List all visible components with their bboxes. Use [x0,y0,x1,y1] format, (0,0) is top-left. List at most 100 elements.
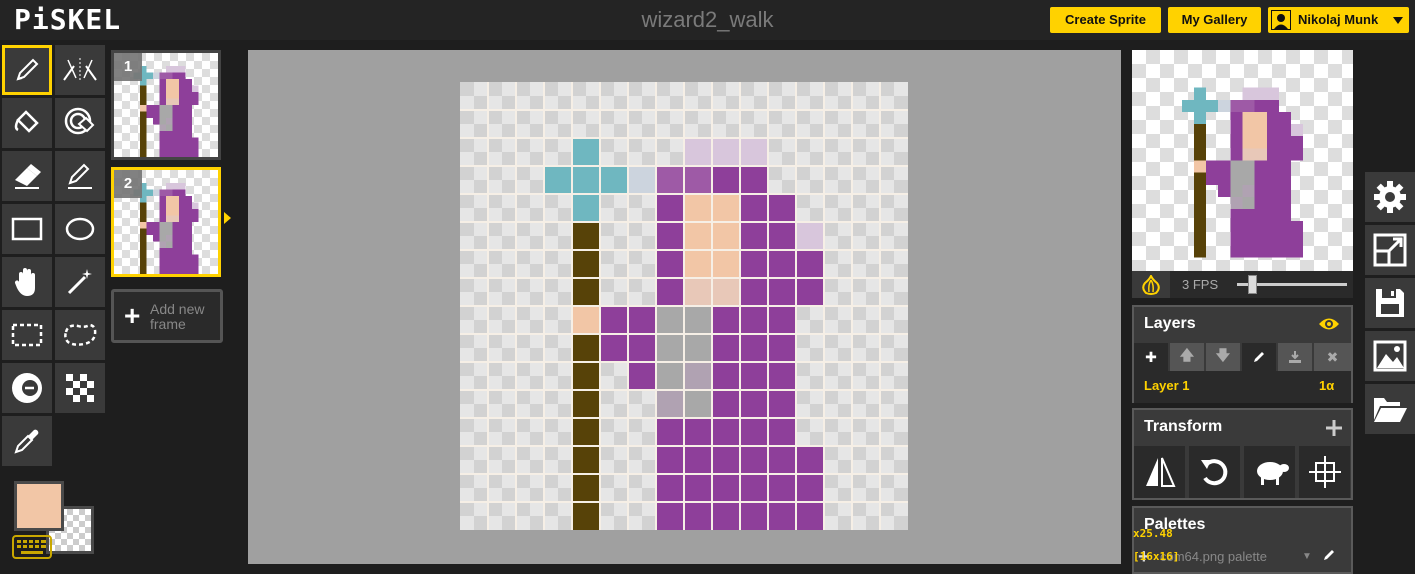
sprite-pixel [185,196,192,203]
bucket-icon [14,110,39,133]
sprite-pixel [1230,124,1243,137]
sprite-pixel [1206,160,1219,173]
sprite-pixel [712,502,740,530]
add-layer-button[interactable]: ✚ [1134,343,1168,371]
sprite-pixel [159,189,166,196]
my-gallery-button[interactable]: My Gallery [1168,7,1261,33]
move-layer-down-button[interactable]: 🡇 [1206,343,1240,371]
flip-horizontal-button[interactable] [1134,446,1185,498]
sprite-pixel [172,209,179,216]
sprite-pixel [159,98,166,105]
paint-all-tool-button[interactable] [55,98,105,148]
delete-layer-button[interactable]: ✖ [1314,343,1351,371]
sprite-pixel [185,261,192,268]
sprite-pixel [572,390,600,418]
sprite-pixel [172,254,179,261]
sprite-pixel [159,85,166,92]
sprite-pixel [166,131,173,138]
sprite-pixel [192,267,199,274]
user-menu-button[interactable]: Nikolaj Munk [1268,7,1409,33]
frame-tile-1[interactable]: 1 [111,50,221,160]
lighten-tool-button[interactable] [2,363,52,413]
pencil-icon [1254,352,1264,362]
sprite-pixel [140,215,147,222]
sprite-pixel [684,362,712,390]
import-button[interactable] [1365,384,1415,434]
export-button[interactable] [1365,331,1415,381]
rename-layer-button[interactable] [1242,343,1276,371]
rotate-button[interactable] [1189,446,1240,498]
sprite-pixel [140,85,147,92]
sprite-pixel [572,446,600,474]
paint-bucket-tool-button[interactable] [2,98,52,148]
settings-button[interactable] [1365,172,1415,222]
eye-icon[interactable] [1318,317,1340,331]
sprite-pixel [712,194,740,222]
sprite-pixel [1242,87,1255,100]
chevron-down-icon [1393,17,1403,24]
chevron-down-icon[interactable]: ▼ [1302,544,1312,570]
sprite-pixel [1266,184,1279,197]
sprite-pixel [1254,124,1267,137]
move-tool-button[interactable] [2,257,52,307]
sprite-pixel [172,85,179,92]
move-layer-up-button[interactable]: 🡅 [1170,343,1204,371]
frame-tile-2[interactable]: 2 [111,167,221,277]
sprite-pixel [159,196,166,203]
sprite-pixel [179,189,186,196]
sprite-pixel [159,235,166,242]
plus-icon[interactable] [1325,419,1343,437]
magic-wand-tool-button[interactable] [55,257,105,307]
resize-button[interactable] [1365,225,1415,275]
sprite-pixel [179,111,186,118]
sprite-pixel [684,334,712,362]
sprite-pixel [192,261,199,268]
color-picker-tool-button[interactable] [2,416,52,466]
sprite-pixel [572,278,600,306]
onion-skin-toggle[interactable] [1132,271,1170,298]
sprite-pixel [684,278,712,306]
merge-layer-button[interactable] [1278,343,1312,371]
sprite-pixel [140,144,147,151]
primary-color-swatch[interactable] [14,481,64,531]
sprite-pixel [172,144,179,151]
sprite-pixel [1193,184,1207,197]
sprite-pixel [796,222,824,250]
center-button[interactable] [1299,446,1350,498]
palette-select[interactable]: com64.png palette [1160,544,1310,570]
lasso-selection-tool-button[interactable] [55,310,105,360]
sprite-pixel [179,118,186,125]
clone-button[interactable] [1244,446,1295,498]
stroke-tool-button[interactable] [55,151,105,201]
add-new-frame-button[interactable]: + Add new frame [111,289,223,343]
sprite-canvas[interactable] [460,82,908,530]
sprite-pixel [166,261,173,268]
keyboard-shortcuts-icon[interactable] [12,535,52,559]
rectangle-tool-button[interactable] [2,204,52,254]
sprite-pixel [600,306,628,334]
sprite-pixel [740,390,768,418]
dithering-tool-button[interactable] [55,363,105,413]
sprite-pixel [146,111,153,118]
sprite-pixel [185,215,192,222]
sprite-pixel [146,105,153,112]
rectangle-selection-tool-button[interactable] [2,310,52,360]
fps-slider-handle[interactable] [1248,275,1257,294]
layer-item[interactable]: Layer 1 1α [1134,371,1351,403]
pen-tool-button[interactable] [2,45,52,95]
sprite-pixel [768,418,796,446]
create-sprite-button[interactable]: Create Sprite [1050,7,1161,33]
layer-opacity[interactable]: 1α [1319,371,1334,401]
circle-tool-button[interactable] [55,204,105,254]
selected-frame-indicator [224,212,231,224]
sprite-pixel [166,79,173,86]
sprite-pixel [185,254,192,261]
sprite-pixel [1291,148,1304,161]
mirror-pen-tool-button[interactable] [55,45,105,95]
sprite-pixel [656,474,684,502]
eraser-tool-button[interactable] [2,151,52,201]
save-button[interactable] [1365,278,1415,328]
sprite-pixel [153,118,160,125]
animation-preview[interactable] [1132,50,1353,271]
pencil-icon[interactable] [1322,548,1336,562]
